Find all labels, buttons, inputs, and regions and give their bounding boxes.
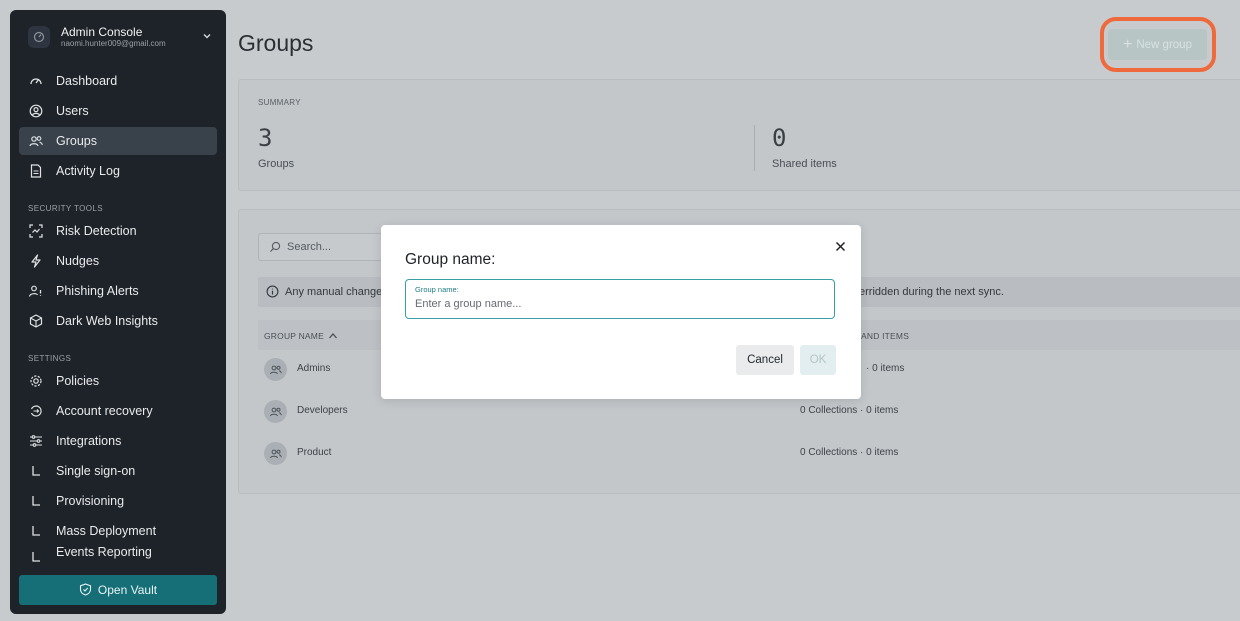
console-logo-icon [28,26,50,48]
sidebar-item-nudges[interactable]: Nudges [19,247,217,275]
sidebar-item-label: Dashboard [56,74,118,88]
corner-icon [28,549,44,565]
account-switcher[interactable]: Admin Console naomi.hunter009@gmail.com [28,24,216,52]
account-title: Admin Console [61,25,143,39]
sidebar-item-label: Nudges [56,254,100,268]
corner-icon [28,523,44,539]
document-icon [28,163,44,179]
sidebar-item-policies[interactable]: Policies [19,367,217,395]
group-name: Developers [297,405,348,416]
search-icon [269,241,281,253]
group-name-field[interactable]: Group name: [405,279,835,319]
chevron-down-icon[interactable] [200,29,214,43]
scan-icon [28,223,44,239]
shared-items-count: 0 [772,124,787,152]
sidebar-item-label: Activity Log [56,164,120,178]
sort-ascending-icon [328,333,337,339]
bolt-icon [28,253,44,269]
group-name-field-label: Group name: [415,285,459,294]
sidebar: Admin Console naomi.hunter009@gmail.com … [10,10,226,614]
sidebar-item-label: Phishing Alerts [56,284,139,298]
corner-icon [28,463,44,479]
sliders-icon [28,433,44,449]
table-row[interactable]: Product 0 Collections · 0 items [258,434,1240,474]
dialog-title: Group name: [405,251,496,268]
sidebar-item-phishing-alerts[interactable]: Phishing Alerts [19,277,217,305]
sidebar-item-label: Provisioning [56,494,125,508]
group-items-count: 0 Collections · 0 items [800,405,899,416]
sidebar-item-risk-detection[interactable]: Risk Detection [19,217,217,245]
sidebar-item-users[interactable]: Users [19,97,217,125]
gear-icon [28,373,44,389]
shield-icon [79,583,93,597]
column-items: AND ITEMS [861,331,910,341]
open-vault-button[interactable]: Open Vault [19,575,217,605]
page-title: Groups [238,30,314,56]
summary-card: SUMMARY 3 Groups 0 Shared items [238,79,1240,191]
users-icon [28,133,44,149]
sidebar-item-label: Events Reporting [56,545,152,559]
sidebar-item-single-sign-on[interactable]: Single sign-on [19,457,217,485]
new-group-label: New group [1136,38,1192,51]
account-email: naomi.hunter009@gmail.com [61,39,166,48]
plus-icon: + [1123,35,1133,53]
sidebar-item-integrations[interactable]: Integrations [19,427,217,455]
new-group-dialog: Group name: Group name: Cancel OK [381,225,861,399]
sidebar-item-mass-deployment[interactable]: Mass Deployment [19,517,217,545]
sidebar-item-label: Groups [56,134,97,148]
group-items-count: · 0 items [866,363,905,374]
sidebar-item-dark-web-insights[interactable]: Dark Web Insights [19,307,217,335]
notice-text-left: Any manual change [285,286,383,298]
sidebar-item-label: Integrations [56,434,122,448]
group-avatar-icon [264,442,287,465]
group-items-count: 0 Collections · 0 items [800,447,899,458]
sidebar-item-account-recovery[interactable]: Account recovery [19,397,217,425]
sidebar-item-label: Single sign-on [56,464,136,478]
group-avatar-icon [264,358,287,381]
ok-button[interactable]: OK [800,345,836,375]
sidebar-item-label: Policies [56,374,100,388]
corner-icon [28,493,44,509]
sidebar-item-provisioning[interactable]: Provisioning [19,487,217,515]
section-label-security: SECURITY TOOLS [28,204,103,213]
sidebar-item-label: Account recovery [56,404,153,418]
group-name: Product [297,447,332,458]
app-backdrop: Admin Console naomi.hunter009@gmail.com … [0,0,1240,621]
new-group-button[interactable]: + New group [1108,29,1207,60]
group-avatar-icon [264,400,287,423]
open-vault-label: Open Vault [97,583,158,597]
sidebar-item-events-reporting[interactable]: Events Reporting [19,542,217,569]
close-icon[interactable] [833,239,847,253]
shared-items-label: Shared items [772,158,837,170]
column-group-name[interactable]: GROUP NAME [264,331,338,341]
sidebar-item-activity-log[interactable]: Activity Log [19,157,217,185]
gauge-icon [28,73,44,89]
user-circle-icon [28,103,44,119]
column-group-name-label: GROUP NAME [264,331,324,341]
user-alert-icon [28,283,44,299]
groups-count: 3 [258,124,273,152]
summary-label: SUMMARY [258,98,301,107]
groups-count-label: Groups [258,158,295,170]
sidebar-item-label: Risk Detection [56,224,137,238]
section-label-settings: SETTINGS [28,354,72,363]
summary-divider [754,125,755,171]
sidebar-item-label: Dark Web Insights [56,314,158,328]
sidebar-item-label: Users [56,104,89,118]
info-icon [266,285,279,298]
group-name: Admins [297,363,331,374]
cancel-button[interactable]: Cancel [736,345,794,375]
group-name-input[interactable] [415,298,815,310]
search-placeholder: Search... [287,241,332,253]
sidebar-item-dashboard[interactable]: Dashboard [19,67,217,95]
sidebar-item-label: Mass Deployment [56,524,157,538]
notice-text-right: erridden during the next sync. [859,286,1004,298]
sidebar-item-groups[interactable]: Groups [19,127,217,155]
cube-icon [28,313,44,329]
recovery-icon [28,403,44,419]
